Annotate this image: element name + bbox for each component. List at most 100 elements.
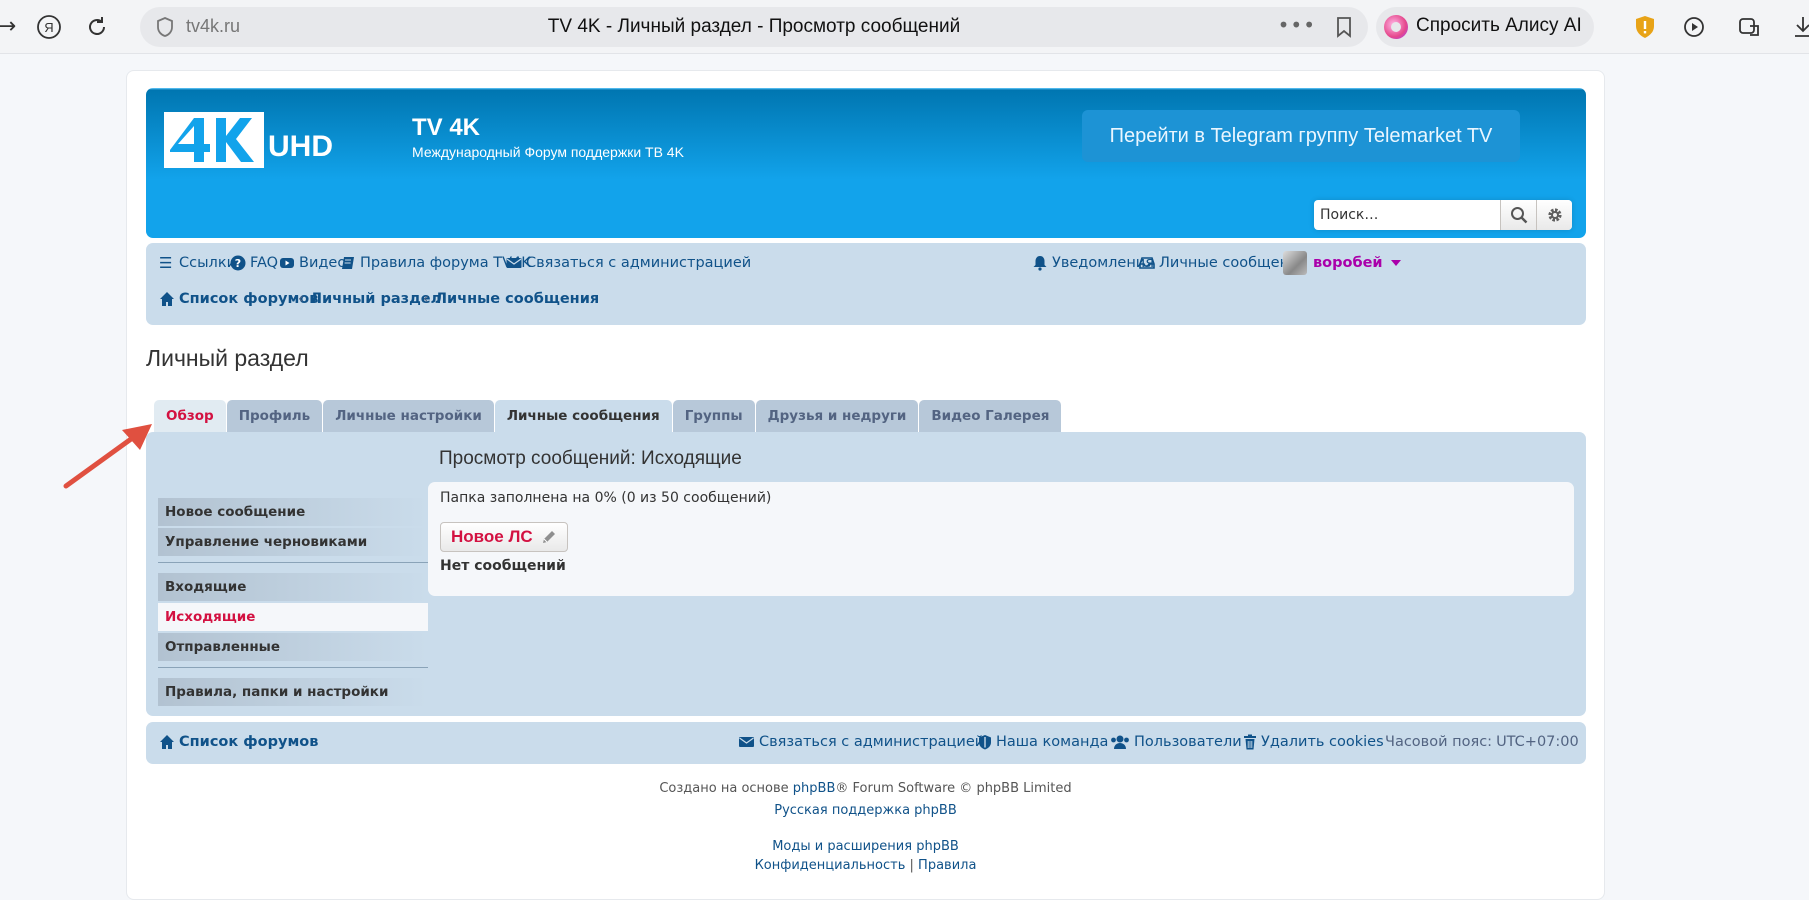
breadcrumb-pm[interactable]: Личные сообщения xyxy=(435,291,599,307)
new-pm-button[interactable]: Новое ЛС xyxy=(440,522,568,552)
messages-box: Папка заполнена на 0% (0 из 50 сообщений… xyxy=(428,482,1574,596)
footer-members[interactable]: Пользователи xyxy=(1110,734,1242,750)
footer-contact[interactable]: Связаться с администрацией xyxy=(738,734,984,750)
breadcrumb-label: Личные сообщения xyxy=(435,291,600,307)
question-circle-icon: ? xyxy=(230,255,246,271)
mods-link[interactable]: Моды и расширения phpBB xyxy=(772,839,959,854)
pencil-icon xyxy=(542,531,555,543)
footer-timezone: Часовой пояс: UTC+07:00 xyxy=(1385,734,1579,750)
annotation-arrow xyxy=(63,424,152,489)
sidebar-item-sentbox[interactable]: Отправленные xyxy=(158,633,428,661)
sidebar-item-drafts[interactable]: Управление черновиками xyxy=(158,528,428,556)
sidebar-item-inbox[interactable]: Входящие xyxy=(158,573,428,601)
trash-icon xyxy=(1244,734,1256,750)
folder-status: Папка заполнена на 0% (0 из 50 сообщений… xyxy=(440,490,772,506)
new-pm-label: Новое ЛС xyxy=(451,527,533,546)
footer-nav: Список форумов Связаться с администрацие… xyxy=(146,722,1586,764)
ucp-tabs: Обзор Профиль Личные настройки Личные со… xyxy=(154,400,1062,433)
tab-profile[interactable]: Профиль xyxy=(226,400,323,432)
reload-icon[interactable] xyxy=(84,14,110,40)
pm-sidebar: Новое сообщение Управление черновиками В… xyxy=(158,498,428,708)
download-icon[interactable] xyxy=(1790,14,1809,40)
russian-support-link[interactable]: Русская поддержка phpBB xyxy=(774,803,957,818)
breadcrumb-separator: ‹ xyxy=(298,291,304,307)
russian-support-line: Русская поддержка phpBB xyxy=(126,803,1605,818)
footer-board-index-label: Список форумов xyxy=(179,734,319,750)
tab-preferences[interactable]: Личные настройки xyxy=(323,400,494,432)
timezone-value: UTC+07:00 xyxy=(1496,734,1579,750)
nav-contact-label: Связаться с администрацией xyxy=(526,255,752,271)
footer-team[interactable]: Наша команда xyxy=(978,734,1108,750)
svg-text:UHD: UHD xyxy=(268,130,333,163)
site-header: UHD TV 4K Международный Форум поддержки … xyxy=(146,88,1586,238)
alice-label: Спросить Алису AI xyxy=(1416,15,1582,36)
mods-line: Моды и расширения phpBB xyxy=(126,839,1605,854)
forward-icon[interactable]: → xyxy=(0,14,20,40)
page-title: Личный раздел xyxy=(146,345,309,371)
breadcrumb-board-index[interactable]: Список форумов xyxy=(159,291,318,307)
alice-ai-button[interactable]: Спросить Алису AI xyxy=(1376,7,1594,47)
user-menu[interactable]: воробей xyxy=(1283,251,1401,275)
page-tab-title: TV 4K - Личный раздел - Просмотр сообщен… xyxy=(547,16,961,37)
nav-links[interactable]: ☰ Ссылки xyxy=(159,255,236,271)
breadcrumb-ucp[interactable]: Личный раздел xyxy=(310,291,441,307)
panel-title: Просмотр сообщений: Исходящие xyxy=(439,448,742,469)
media-player-icon[interactable] xyxy=(1682,14,1708,40)
nav-notifications[interactable]: Уведомления xyxy=(1032,255,1154,271)
tab-video-gallery[interactable]: Видео Галерея xyxy=(919,400,1062,432)
tab-private-messages[interactable]: Личные сообщения xyxy=(494,400,672,433)
inbox-icon xyxy=(1139,257,1155,269)
alice-orb-icon xyxy=(1384,15,1408,39)
svg-text:Я: Я xyxy=(44,20,53,35)
bell-icon xyxy=(1033,256,1047,271)
footer-delete-cookies-label: Удалить cookies xyxy=(1261,734,1384,750)
privacy-link[interactable]: Конфиденциальность xyxy=(755,858,906,873)
nav-video[interactable]: Видео xyxy=(279,255,346,271)
tab-groups[interactable]: Группы xyxy=(672,400,755,432)
gear-icon xyxy=(1548,208,1562,222)
footer-delete-cookies[interactable]: Удалить cookies xyxy=(1243,734,1384,750)
telegram-group-button[interactable]: Перейти в Telegram группу Telemarket TV xyxy=(1082,110,1520,162)
sidebar-divider xyxy=(158,667,428,668)
no-messages-text: Нет сообщений xyxy=(440,558,566,574)
footer-board-index[interactable]: Список форумов xyxy=(159,734,318,750)
site-title[interactable]: TV 4K xyxy=(412,114,480,142)
privacy-terms-line: Конфиденциальность | Правила xyxy=(126,858,1605,873)
bookmark-icon[interactable] xyxy=(1334,16,1354,38)
svg-text:?: ? xyxy=(235,257,241,270)
protect-shield-icon[interactable] xyxy=(1632,14,1658,40)
sidebar-item-outbox[interactable]: Исходящие xyxy=(158,603,428,631)
advanced-search-button[interactable] xyxy=(1536,200,1572,230)
youtube-icon xyxy=(280,258,294,268)
copyright-line: Создано на основе phpBB® Forum Software … xyxy=(126,781,1605,796)
home-icon xyxy=(160,292,174,306)
nav-links-label: Ссылки xyxy=(179,255,236,271)
yandex-home-icon[interactable]: Я xyxy=(36,14,62,40)
home-icon xyxy=(160,735,174,749)
site-logo[interactable]: UHD xyxy=(164,112,344,168)
envelope-icon xyxy=(739,737,754,747)
users-icon xyxy=(1111,735,1129,749)
nav-contact[interactable]: Связаться с администрацией xyxy=(506,255,751,271)
shield-icon xyxy=(979,735,991,750)
sidebar-item-options[interactable]: Правила, папки и настройки xyxy=(158,678,428,706)
phpbb-link[interactable]: phpBB xyxy=(793,781,836,796)
more-dots-icon[interactable]: ••• xyxy=(1278,13,1316,37)
breadcrumb-separator: ‹ xyxy=(423,291,429,307)
caret-down-icon xyxy=(1390,260,1401,266)
extensions-icon[interactable] xyxy=(1736,14,1762,40)
nav-rules[interactable]: Правила форума TV4K xyxy=(340,255,531,271)
nav-faq[interactable]: ? FAQ xyxy=(230,255,278,271)
tab-overview[interactable]: Обзор xyxy=(154,400,226,432)
copyright-prefix: Создано на основе xyxy=(659,781,789,796)
copyright-suffix: ® Forum Software © phpBB Limited xyxy=(835,781,1072,796)
search-input[interactable] xyxy=(1314,200,1500,230)
terms-link[interactable]: Правила xyxy=(918,858,976,873)
address-bar[interactable]: tv4k.ru TV 4K - Личный раздел - Просмотр… xyxy=(140,7,1368,47)
search-button[interactable] xyxy=(1500,200,1536,230)
tab-friends-foes[interactable]: Друзья и недруги xyxy=(755,400,919,432)
nav-private-messages[interactable]: Личные сообщения xyxy=(1139,255,1307,271)
avatar xyxy=(1283,251,1307,275)
username: воробей xyxy=(1313,255,1383,271)
sidebar-item-compose[interactable]: Новое сообщение xyxy=(158,498,428,526)
